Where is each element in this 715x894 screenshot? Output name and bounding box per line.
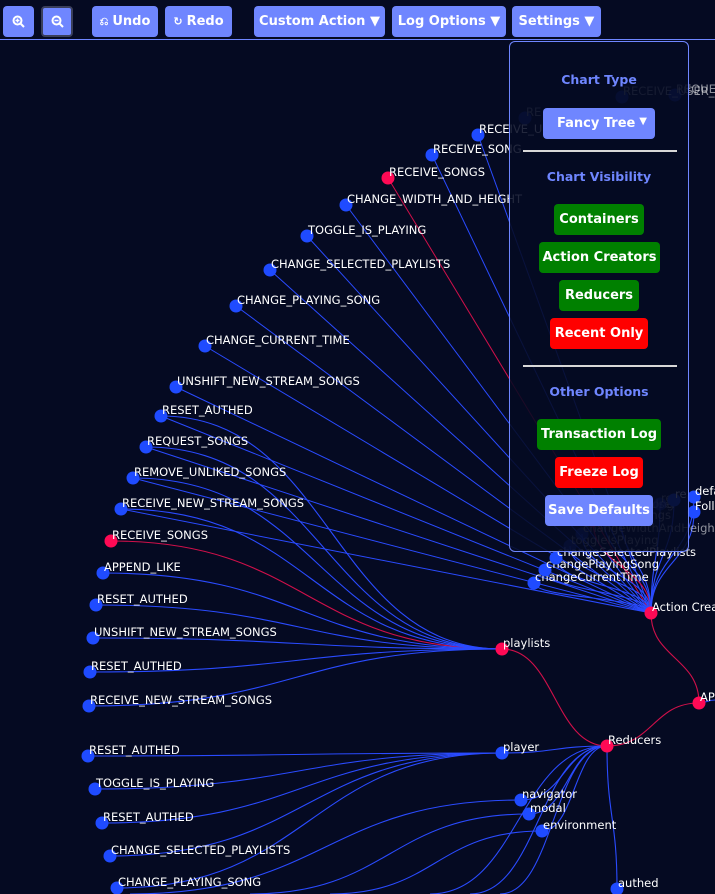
leaf-node[interactable]: RESET_AUTHED bbox=[95, 810, 194, 830]
node-label: RECEIVE_NEW_STREAM_SONGS bbox=[90, 693, 272, 707]
node-label: APPEND_LIKE bbox=[104, 560, 181, 574]
node-label: RESET_AUTHED bbox=[162, 403, 253, 417]
chevron-down-icon: ▼ bbox=[639, 116, 647, 127]
leaf-node[interactable]: RESET_AUTHED bbox=[89, 592, 188, 612]
link-offscreen bbox=[329, 830, 543, 894]
undo-label: Undo bbox=[112, 14, 151, 29]
divider bbox=[523, 150, 677, 152]
hub-node-reducers[interactable]: Reducers bbox=[600, 733, 662, 753]
hub-node-authed[interactable]: authed bbox=[610, 876, 659, 894]
node-label: RECEIVE_SONGS bbox=[112, 528, 208, 542]
node-label: modal bbox=[530, 801, 566, 815]
node-label: REQUEST_SONGS bbox=[147, 434, 248, 448]
hub-node-app[interactable]: AP bbox=[692, 690, 715, 710]
log-options-dropdown[interactable]: Log Options ▼ bbox=[392, 6, 506, 37]
hub-node-action-creators[interactable]: Action Crea bbox=[644, 600, 715, 620]
chart-type-select[interactable]: Fancy Tree ▼ bbox=[543, 108, 655, 139]
containers-toggle[interactable]: Containers bbox=[554, 204, 644, 235]
reducers-toggle[interactable]: Reducers bbox=[559, 280, 639, 311]
node-label: defa bbox=[695, 484, 715, 498]
link-actions-app bbox=[650, 612, 700, 704]
zoom-out-button[interactable] bbox=[41, 6, 73, 37]
link-offscreen bbox=[249, 813, 530, 894]
node-label: TOGGLE_IS_PLAYING bbox=[307, 223, 426, 237]
node-label: environment bbox=[543, 818, 617, 832]
node-label: RESET_AUTHED bbox=[91, 659, 182, 673]
leaf-node[interactable]: UNSHIFT_NEW_STREAM_SONGS bbox=[169, 374, 360, 394]
chart-type-value: Fancy Tree bbox=[557, 116, 636, 131]
node-label: CHANGE_PLAYING_SONG bbox=[118, 875, 261, 889]
divider bbox=[523, 365, 677, 367]
leaf-node[interactable]: RECEIVE_SONG bbox=[425, 142, 522, 162]
node-label: UNSHIFT_NEW_STREAM_SONGS bbox=[94, 625, 277, 639]
node-label: Action Crea bbox=[652, 600, 715, 614]
toolbar: ⎌ Undo ↻ Redo Custom Action ▼ Log Option… bbox=[0, 0, 715, 40]
leaf-node[interactable]: CHANGE_CURRENT_TIME bbox=[198, 333, 350, 353]
leaf-node[interactable]: TOGGLE_IS_PLAYING bbox=[88, 776, 215, 796]
transaction-log-toggle[interactable]: Transaction Log bbox=[537, 419, 661, 450]
settings-dropdown[interactable]: Settings ▼ bbox=[512, 6, 601, 37]
node-label: RESET_AUTHED bbox=[103, 810, 194, 824]
node-label: CHANGE_CURRENT_TIME bbox=[206, 333, 350, 347]
leaf-node[interactable]: CHANGE_WIDTH_AND_HEIGHT bbox=[339, 192, 524, 212]
node-label: player bbox=[503, 740, 539, 754]
redo-button[interactable]: ↻ Redo bbox=[165, 6, 232, 37]
redo-icon: ↻ bbox=[173, 15, 183, 28]
node-label: TOGGLE_IS_PLAYING bbox=[95, 776, 214, 790]
node-label: RESET_AUTHED bbox=[97, 592, 188, 606]
leaf-node[interactable]: RESET_AUTHED bbox=[83, 659, 182, 679]
node-label: CHANGE_SELECTED_PLAYLISTS bbox=[271, 257, 450, 271]
node-label: authed bbox=[618, 876, 659, 890]
leaf-node[interactable]: CHANGE_SELECTED_PLAYLISTS bbox=[103, 843, 291, 863]
leaf-node[interactable]: RECEIVE_NEW_STREAM_SONGS bbox=[114, 496, 305, 516]
leaf-node[interactable]: RECEIVE_SONGS bbox=[104, 528, 209, 548]
leaf-node[interactable]: RESET_AUTHED bbox=[81, 743, 180, 763]
node-label: CHANGE_WIDTH_AND_HEIGHT bbox=[347, 192, 523, 206]
node-label: Reducers bbox=[608, 733, 661, 747]
zoom-in-icon bbox=[12, 15, 25, 28]
undo-button[interactable]: ⎌ Undo bbox=[92, 6, 158, 37]
leaf-node[interactable]: REMOVE_UNLIKED_SONGS bbox=[126, 465, 287, 485]
node-label: changeCurrentTime bbox=[535, 570, 649, 584]
node-label: changePlayingSong bbox=[546, 557, 659, 571]
node-label: REMOVE_UNLIKED_SONGS bbox=[134, 465, 286, 479]
leaf-node[interactable]: TOGGLE_IS_PLAYING bbox=[300, 223, 427, 243]
node-label: RECEIVE_NEW_STREAM_SONGS bbox=[122, 496, 304, 510]
leaf-node[interactable]: CHANGE_PLAYING_SONG bbox=[229, 293, 381, 313]
recent-only-toggle[interactable]: Recent Only bbox=[550, 318, 648, 349]
node-label: AP bbox=[700, 690, 715, 704]
redo-label: Redo bbox=[186, 14, 224, 29]
zoom-out-icon bbox=[51, 15, 64, 28]
save-defaults-button[interactable]: Save Defaults bbox=[545, 495, 653, 526]
node-label: navigator bbox=[522, 787, 577, 801]
custom-action-dropdown[interactable]: Custom Action ▼ bbox=[254, 6, 385, 37]
action-creators-toggle[interactable]: Action Creators bbox=[539, 242, 660, 273]
undo-icon: ⎌ bbox=[99, 14, 109, 28]
zoom-in-button[interactable] bbox=[3, 6, 34, 37]
node-label: CHANGE_PLAYING_SONG bbox=[237, 293, 380, 307]
node-label: UNSHIFT_NEW_STREAM_SONGS bbox=[177, 374, 360, 388]
node-label: RESET_AUTHED bbox=[89, 743, 180, 757]
leaf-node[interactable]: RECEIVE_NEW_STREAM_SONGS bbox=[82, 693, 273, 713]
node-label: CHANGE_SELECTED_PLAYLISTS bbox=[111, 843, 290, 857]
settings-panel: Chart Type Fancy Tree ▼ Chart Visibility… bbox=[509, 41, 689, 552]
node-label: playlists bbox=[503, 636, 550, 650]
node-label: Follo bbox=[695, 499, 715, 513]
leaf-node[interactable]: RECEIVE_SONGS bbox=[381, 165, 486, 185]
chart-visibility-title: Chart Visibility bbox=[546, 169, 652, 184]
leaf-node[interactable]: CHANGE_SELECTED_PLAYLISTS bbox=[263, 257, 451, 277]
node-label: RECEIVE_SONGS bbox=[389, 165, 485, 179]
freeze-log-toggle[interactable]: Freeze Log bbox=[555, 457, 643, 488]
link-player-leaf bbox=[109, 752, 503, 857]
link-playlists-reducers bbox=[501, 648, 608, 747]
hub-node-playlists[interactable]: playlists bbox=[495, 636, 551, 656]
other-options-title: Other Options bbox=[549, 384, 649, 399]
chart-type-title: Chart Type bbox=[561, 72, 637, 87]
hub-node-player[interactable]: player bbox=[495, 740, 540, 760]
